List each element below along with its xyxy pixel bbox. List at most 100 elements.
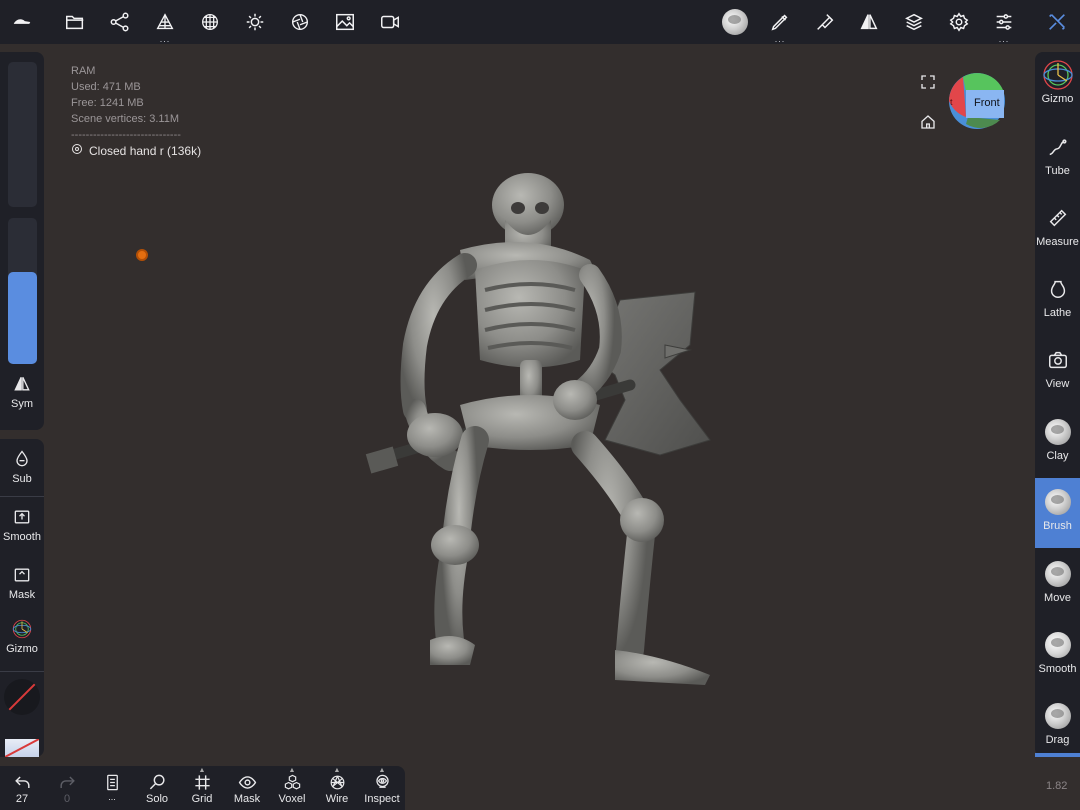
tool-clay[interactable]: Clay: [1035, 417, 1080, 462]
app-version: 1.82: [1046, 780, 1068, 792]
smooth-icon: [0, 507, 44, 527]
nomad-logo-icon[interactable]: [6, 6, 38, 38]
caret-up-icon: ▲: [198, 767, 206, 774]
ruler-icon: [1035, 203, 1080, 233]
layers-icon[interactable]: [898, 6, 930, 38]
undo-icon: [0, 772, 44, 792]
inspect-button[interactable]: ▲ Inspect: [360, 767, 404, 805]
gizmo-label: Gizmo: [6, 643, 38, 655]
inspect-label: Inspect: [364, 793, 400, 805]
settings-icon[interactable]: [943, 6, 975, 38]
history-list-icon: [90, 772, 134, 792]
magnifier-icon: [135, 772, 179, 792]
camera-lens-icon[interactable]: [284, 6, 316, 38]
top-toolbar: ... ... ...: [0, 0, 1080, 44]
home-icon[interactable]: [917, 111, 939, 133]
sliders-icon[interactable]: ...: [988, 6, 1020, 44]
scene-info: RAM Used: 471 MB Free: 1241 MB Scene ver…: [71, 63, 201, 159]
solo-label: Solo: [145, 793, 169, 805]
voxel-cubes-icon: [270, 772, 314, 792]
divider: [0, 496, 44, 497]
ram-used: Used: 471 MB: [71, 81, 141, 93]
tool-brush[interactable]: Brush: [1035, 478, 1080, 548]
mask-label: Mask: [8, 589, 36, 601]
left-slider-panel: Sym: [0, 52, 44, 430]
tool-view-label: View: [1045, 378, 1070, 390]
redo-count: 0: [63, 793, 71, 805]
tool-drag[interactable]: Drag: [1035, 701, 1080, 746]
paint-icon[interactable]: ...: [764, 6, 796, 44]
undo-button[interactable]: 27: [0, 772, 44, 805]
undo-count: 27: [15, 793, 29, 805]
voxel-button[interactable]: ▲ Voxel: [270, 767, 314, 805]
topology-icon[interactable]: ...: [149, 6, 181, 44]
drag-ball-icon: [1035, 701, 1080, 731]
tool-brush-label: Brush: [1043, 520, 1072, 532]
eye-icon: [225, 772, 269, 792]
intensity-slider[interactable]: [8, 218, 37, 364]
mask-icon: [0, 565, 44, 585]
grid-icon: [180, 772, 224, 792]
grid-button[interactable]: ▲ Grid: [180, 767, 224, 805]
symmetry-toggle[interactable]: Sym: [0, 374, 44, 410]
light-icon[interactable]: [239, 6, 271, 38]
tool-tube[interactable]: Tube: [1035, 132, 1080, 177]
brush-settings-icon[interactable]: [809, 6, 841, 38]
mask-shortcut[interactable]: Mask: [0, 565, 44, 601]
tool-move-label: Move: [1044, 592, 1071, 604]
symmetry-icon[interactable]: [853, 6, 885, 38]
view-cube-front-label: Front: [974, 97, 1000, 109]
move-ball-icon: [1035, 559, 1080, 589]
grid-label: Grid: [191, 793, 213, 805]
eye-icon: [71, 143, 83, 159]
tool-smooth[interactable]: Smooth: [1035, 630, 1080, 675]
smooth-ball-icon: [1035, 630, 1080, 660]
ram-free: Free: 1241 MB: [71, 97, 144, 109]
brush-alpha-swatch[interactable]: [4, 679, 40, 715]
redo-button[interactable]: 0: [45, 772, 89, 805]
tool-tube-label: Tube: [1045, 165, 1070, 177]
video-icon[interactable]: [374, 6, 406, 38]
mask-visibility-button[interactable]: Mask: [225, 772, 269, 805]
tool-view[interactable]: View: [1035, 345, 1080, 390]
symmetry-label: Sym: [11, 398, 33, 410]
color-swatch[interactable]: [5, 739, 39, 757]
smooth-label: Smooth: [3, 531, 41, 543]
tools-active-icon[interactable]: [1041, 6, 1073, 38]
wireframe-sphere-icon: [315, 772, 359, 792]
selected-object[interactable]: Closed hand r (136k): [71, 143, 201, 159]
tool-clay-label: Clay: [1046, 450, 1069, 462]
tube-icon: [1035, 132, 1080, 162]
wire-button[interactable]: ▲ Wire: [315, 767, 359, 805]
folder-icon[interactable]: [59, 6, 91, 38]
brush-cursor-icon: [136, 249, 148, 261]
ram-label: RAM: [71, 65, 96, 77]
tool-lathe[interactable]: Lathe: [1035, 274, 1080, 319]
solo-button[interactable]: Solo: [135, 772, 179, 805]
wire-label: Wire: [325, 793, 349, 805]
tool-gizmo[interactable]: Gizmo: [1035, 60, 1080, 105]
paint-more: ...: [774, 34, 786, 44]
tool-move[interactable]: Move: [1035, 559, 1080, 604]
tool-measure[interactable]: Measure: [1035, 203, 1080, 248]
fullscreen-icon[interactable]: [917, 71, 939, 93]
radius-slider[interactable]: [8, 62, 37, 207]
sub-toggle[interactable]: Sub: [0, 449, 44, 485]
symmetry-icon: [0, 374, 44, 394]
sphere-grid-icon[interactable]: [194, 6, 226, 38]
sliders-more: ...: [998, 34, 1010, 44]
camera-icon: [1035, 345, 1080, 375]
bottom-toolbar: 27 0 ... Solo ▲ Grid Mask ▲ Voxel ▲ Wire…: [0, 766, 405, 810]
history-button[interactable]: ...: [90, 772, 134, 802]
gizmo-shortcut[interactable]: Gizmo: [0, 619, 44, 655]
sculpt-model: [365, 173, 711, 685]
material-ball-icon[interactable]: [719, 6, 751, 38]
image-icon[interactable]: [329, 6, 361, 38]
scene-graph-icon[interactable]: [104, 6, 136, 38]
inspect-eye-icon: [360, 772, 404, 792]
brush-ball-icon: [1035, 487, 1080, 517]
smooth-shortcut[interactable]: Smooth: [0, 507, 44, 543]
clay-ball-icon: [1035, 417, 1080, 447]
view-cube-side-label: t: [950, 97, 953, 107]
divider: [0, 671, 44, 672]
